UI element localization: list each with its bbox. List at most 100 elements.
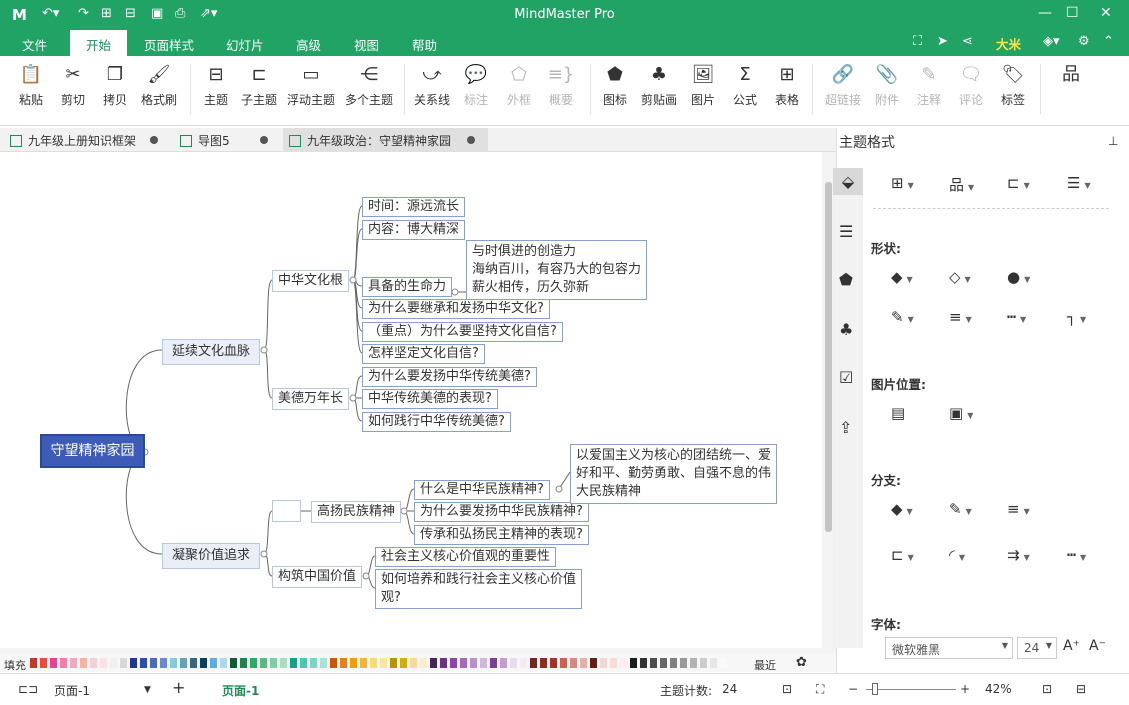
color-swatch[interactable] <box>120 658 127 668</box>
topic[interactable]: 时间：源远流长 <box>362 197 466 217</box>
color-swatch[interactable] <box>30 658 37 668</box>
topic[interactable]: 为什么要发扬中华传统美德? <box>362 367 537 387</box>
format-brush-icon[interactable]: ⬙ <box>833 168 863 195</box>
numbering-icon[interactable]: ☰ ▼ <box>1067 174 1091 192</box>
color-swatch[interactable] <box>380 658 387 668</box>
copy-button[interactable]: ❐ 拷贝 <box>100 64 130 108</box>
subtopic[interactable]: 高扬民族精神 <box>311 501 402 523</box>
minimize-icon[interactable]: — <box>1038 5 1052 21</box>
layout-button[interactable]: 品 <box>1056 64 1086 88</box>
table-button[interactable]: ⊞ 表格 <box>772 64 802 108</box>
font-family-select[interactable]: 微软雅黑 ▼ <box>885 637 1013 659</box>
scroll-thumb[interactable] <box>825 182 832 532</box>
empty-topic[interactable] <box>272 500 301 522</box>
fit-page-icon[interactable]: ⊡ <box>782 682 792 696</box>
zoom-slider-thumb[interactable] <box>872 683 878 695</box>
color-swatch[interactable] <box>360 658 367 668</box>
topic-multiline[interactable]: 与时俱进的创造力 海纳百川，有容乃大的包容力 薪火相传，历久弥新 <box>466 240 648 300</box>
menu-advanced[interactable]: 高级 <box>296 35 321 54</box>
topic-multiline[interactable]: 以爱国主义为核心的团结统一、爱 好和平、勤劳勇敢、自强不息的伟 大民族精神 <box>570 444 778 504</box>
clipart-button[interactable]: ♣ 剪贴画 <box>638 64 680 108</box>
menu-home[interactable]: 开始 <box>70 30 128 56</box>
color-swatch[interactable] <box>400 658 407 668</box>
tab-close-dot[interactable] <box>467 136 475 144</box>
mindmap-canvas[interactable]: 守望精神家园 延续文化血脉 凝聚价值追求 中华文化根 美德万年长 高扬民族精神 … <box>0 152 822 648</box>
topic[interactable]: 什么是中华民族精神? <box>414 480 550 500</box>
color-swatch[interactable] <box>700 658 707 668</box>
page-panel-icon[interactable]: ⊏⊐ <box>18 682 38 696</box>
chevron-down-icon[interactable]: ▼ <box>144 685 151 695</box>
note-button[interactable]: ✎ 注释 <box>914 64 944 108</box>
topic[interactable]: 为什么要继承和发扬中华文化? <box>362 299 550 319</box>
clipart-icon[interactable]: ♣ <box>839 320 853 339</box>
menu-file[interactable]: 文件 <box>22 35 47 54</box>
font-size-select[interactable]: 24 ▼ <box>1017 637 1057 659</box>
color-swatch[interactable] <box>210 658 217 668</box>
color-swatch[interactable] <box>560 658 567 668</box>
dash-style-icon[interactable]: ┅ ▼ <box>1007 308 1026 326</box>
add-page-icon[interactable]: + <box>172 678 185 697</box>
color-swatch[interactable] <box>620 658 627 668</box>
color-swatch[interactable] <box>660 658 667 668</box>
color-swatch[interactable] <box>470 658 477 668</box>
formula-button[interactable]: Σ 公式 <box>730 64 760 108</box>
collapse-icon[interactable]: ⊟ <box>1076 682 1086 696</box>
branch-arrow-icon[interactable]: ⇉ ▼ <box>1007 546 1030 564</box>
user-name[interactable]: 大米 <box>996 34 1021 53</box>
color-swatch[interactable] <box>230 658 237 668</box>
color-swatch[interactable] <box>630 658 637 668</box>
tag-button[interactable]: 🏷 标签 <box>998 64 1028 108</box>
upload-icon[interactable]: ⇪ <box>839 418 852 437</box>
topic[interactable]: 如何践行中华传统美德? <box>362 412 511 432</box>
color-swatch[interactable] <box>140 658 147 668</box>
subtopic-button[interactable]: ⊏ 子主题 <box>240 64 278 108</box>
comment-button[interactable]: 🗨 评论 <box>956 64 986 108</box>
doc-tab-active[interactable]: 九年级政治：守望精神家园 <box>283 128 488 152</box>
tab-close-dot[interactable] <box>260 136 268 144</box>
zoom-out-icon[interactable]: − <box>848 682 858 696</box>
color-swatch[interactable] <box>130 658 137 668</box>
color-swatch[interactable] <box>280 658 287 668</box>
color-swatch[interactable] <box>260 658 267 668</box>
color-swatch[interactable] <box>570 658 577 668</box>
collapse-ribbon-icon[interactable]: ⌃ <box>1103 34 1114 49</box>
fit-width-icon[interactable]: ⊡ <box>1042 682 1052 696</box>
doc-tab[interactable]: 九年级上册知识框架 <box>10 128 170 152</box>
shape-style-icon[interactable]: ◇ ▼ <box>949 268 971 286</box>
color-swatch[interactable] <box>240 658 247 668</box>
color-swatch[interactable] <box>180 658 187 668</box>
tab-close-dot[interactable] <box>150 136 158 144</box>
pin-icon[interactable]: ⊥ <box>1108 134 1118 148</box>
color-swatch[interactable] <box>80 658 87 668</box>
fullscreen-icon[interactable]: ⛶ <box>913 34 922 49</box>
subtopic[interactable]: 美德万年长 <box>272 388 350 410</box>
color-swatch[interactable] <box>50 658 57 668</box>
connector-style-icon[interactable]: ⊏ ▼ <box>1007 174 1030 192</box>
shadow-icon[interactable]: ● ▼ <box>1007 268 1030 286</box>
color-swatch[interactable] <box>600 658 607 668</box>
font-increase-icon[interactable]: A⁺ <box>1063 638 1080 654</box>
maximize-icon[interactable]: ☐ <box>1066 5 1079 21</box>
paste-button[interactable]: 📋 粘贴 <box>16 64 46 108</box>
color-swatch[interactable] <box>200 658 207 668</box>
color-swatch[interactable] <box>640 658 647 668</box>
root-topic[interactable]: 守望精神家园 <box>40 434 145 468</box>
border-color-icon[interactable]: ✎ ▼ <box>891 308 914 326</box>
color-swatch[interactable] <box>190 658 197 668</box>
color-swatch[interactable] <box>500 658 507 668</box>
zoom-level[interactable]: 42% <box>985 682 1012 696</box>
branch-weight-icon[interactable]: ≡ ▼ <box>1007 500 1030 518</box>
topic[interactable]: 中华传统美德的表现? <box>362 389 498 409</box>
color-swatch[interactable] <box>440 658 447 668</box>
boundary-button[interactable]: ⬠ 外框 <box>504 64 534 108</box>
palette-icon[interactable]: ✿ <box>796 655 807 670</box>
multiple-topics-button[interactable]: ⋲ 多个主题 <box>344 64 394 108</box>
color-swatch[interactable] <box>550 658 557 668</box>
image-left-icon[interactable]: ▤ <box>891 404 905 422</box>
doc-tab[interactable]: 导图5 <box>180 128 280 152</box>
callout-button[interactable]: 💬 标注 <box>461 64 491 108</box>
branch-fill-icon[interactable]: ◆ ▼ <box>891 500 913 518</box>
page-tab[interactable]: 页面-1 <box>222 682 259 699</box>
hyperlink-button[interactable]: 🔗 超链接 <box>822 64 864 108</box>
color-swatch[interactable] <box>220 658 227 668</box>
